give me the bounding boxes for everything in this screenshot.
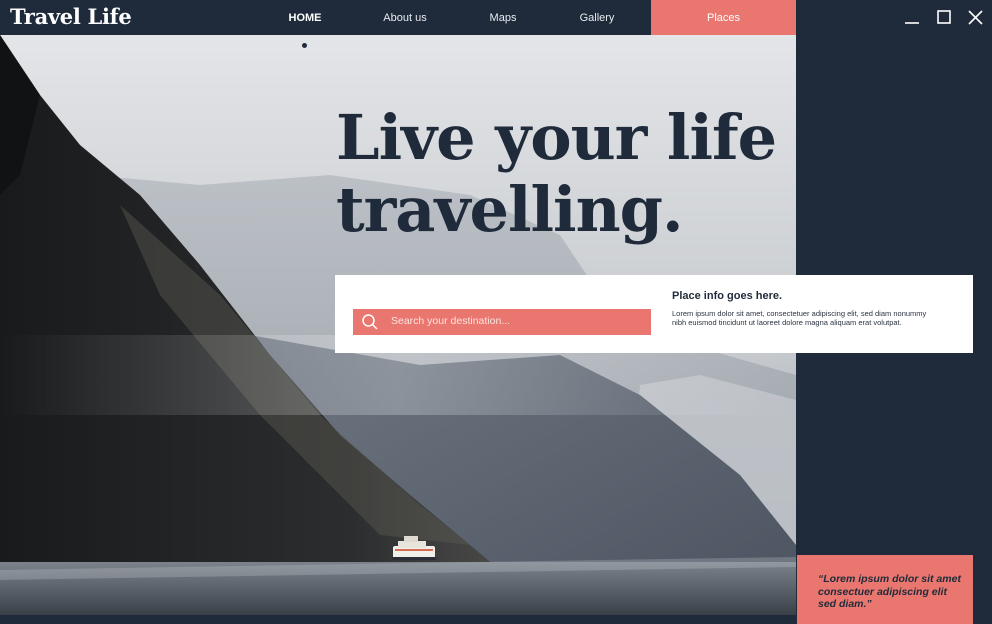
search-placeholder: Search your destination... [391,315,511,327]
headline-line-2: travelling. [336,173,684,246]
hero-headline: Live your life travelling. [336,102,796,246]
close-icon[interactable] [966,8,986,28]
nav-gallery[interactable]: Gallery [562,0,632,35]
place-info-title: Place info goes here. [672,290,783,302]
site-logo[interactable]: Travel Life [10,4,132,29]
search-icon[interactable] [361,313,379,331]
search-input[interactable]: Search your destination... [353,309,651,335]
quote-text: “Lorem ipsum dolor sit amet consectuer a… [818,573,961,610]
maximize-icon[interactable] [934,8,954,28]
search-panel: Search your destination... Place info go… [335,275,973,353]
nav-home[interactable]: HOME [270,0,340,35]
nav-maps[interactable]: Maps [470,0,536,35]
place-info-body: Lorem ipsum dolor sit amet, consectetuer… [672,309,927,327]
top-navigation-bar: Travel Life HOME About us Maps Gallery P… [0,0,992,35]
nav-places[interactable]: Places [651,0,796,35]
quote-box: “Lorem ipsum dolor sit amet consectuer a… [797,555,973,624]
headline-line-1: Live your life [336,101,777,174]
active-nav-indicator [302,43,307,48]
nav-about-us[interactable]: About us [365,0,445,35]
minimize-icon[interactable] [902,8,922,28]
